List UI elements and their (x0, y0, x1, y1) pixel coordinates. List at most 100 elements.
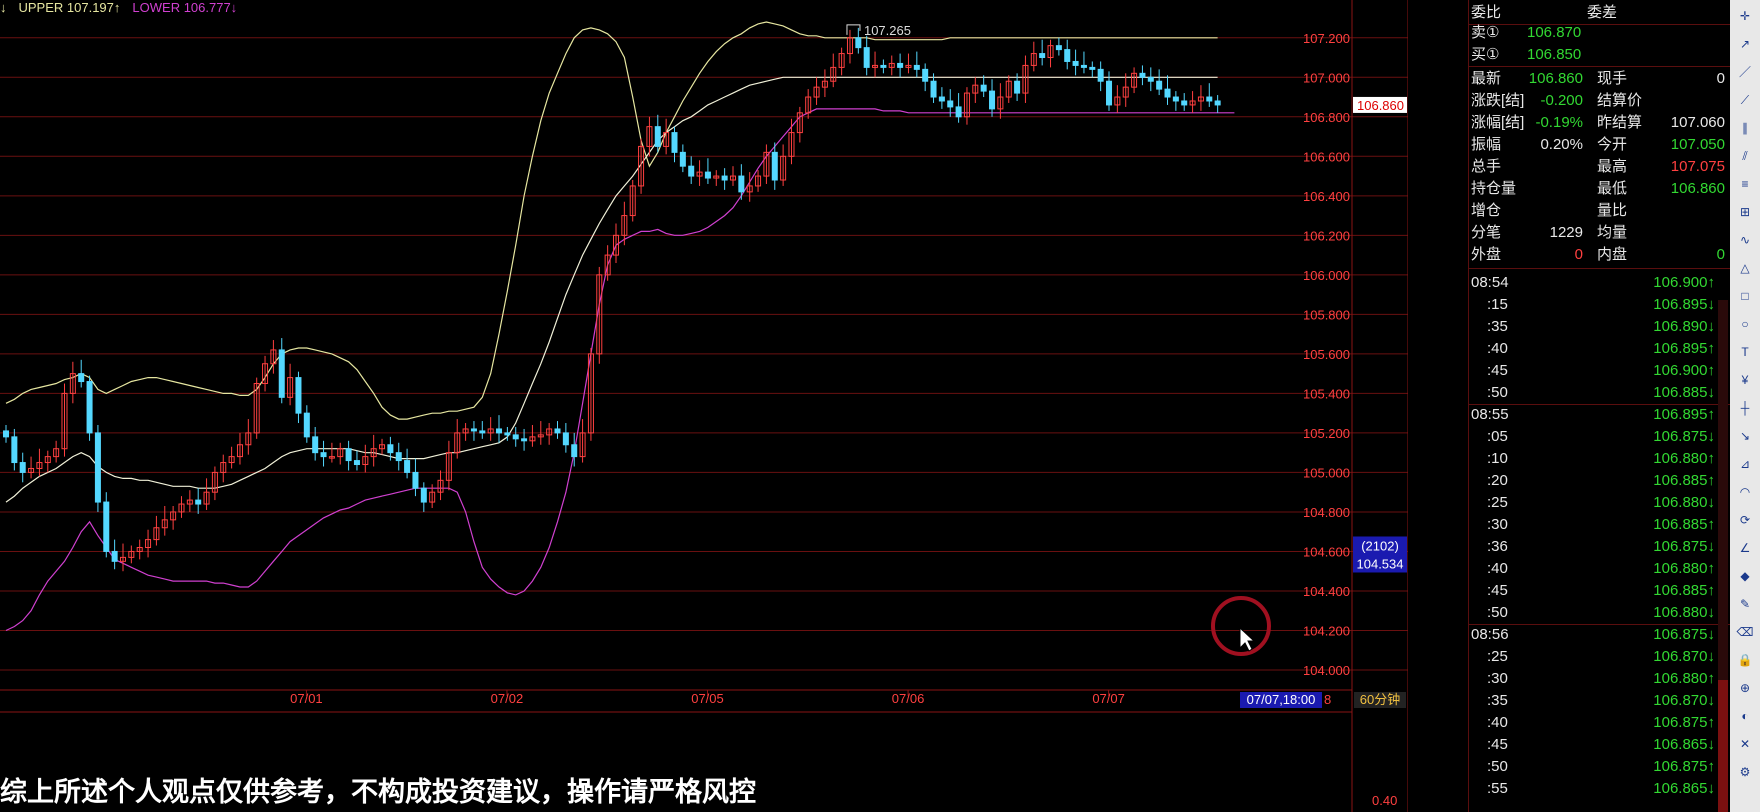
tick-time: :40 (1487, 340, 1508, 357)
ask-row[interactable]: 卖① 106.870 (1469, 22, 1731, 44)
circle-icon[interactable]: ○ (1734, 316, 1756, 332)
settings-icon[interactable]: ⚙ (1734, 764, 1756, 780)
tick-row: 08:56 106.875↓ (1469, 624, 1731, 646)
quote-label: 最新 (1471, 70, 1502, 87)
cursor-count-tag: (2102) (1361, 538, 1399, 553)
magnet-icon[interactable]: ⊕ (1734, 680, 1756, 696)
candle-body (1164, 88, 1171, 98)
candle-body (688, 165, 695, 177)
hide-icon[interactable]: ◐ (1734, 708, 1756, 724)
quote-row: 增仓 量比 (1469, 200, 1731, 222)
quote-label: 涨跌[结] (1471, 92, 1525, 109)
tick-price: 106.865↓ (1653, 736, 1715, 753)
bid-row[interactable]: 买① 106.850 (1469, 44, 1731, 66)
candle-body (554, 428, 561, 434)
tick-row: 08:55 106.895↑ (1469, 404, 1731, 426)
order-ratio-label: 委比 (1471, 4, 1502, 21)
tick-price: 106.865↓ (1653, 780, 1715, 797)
tick-price: 106.895↑ (1653, 406, 1715, 423)
candle-body (320, 452, 327, 458)
quote-label: 结算价 (1597, 92, 1643, 109)
tick-scrollbar-thumb[interactable] (1718, 680, 1728, 812)
quote-label: 最高 (1597, 158, 1628, 175)
tick-row: :30 106.880↑ (1469, 668, 1731, 690)
ask-label: 卖① (1471, 24, 1500, 41)
quote-label: 振幅 (1471, 136, 1502, 153)
ray-icon[interactable]: ⟋ (1734, 92, 1756, 108)
y-tick-label: 104.200 (1303, 623, 1350, 638)
arrow-line-icon[interactable]: ↗ (1734, 36, 1756, 52)
quote-value: 106.860 (1670, 180, 1725, 197)
legend-upper: UPPER 107.197↑ (18, 0, 121, 15)
tick-row: :40 106.880↑ (1469, 558, 1731, 580)
candle-body (86, 381, 93, 434)
candle-body (470, 428, 477, 432)
candle-body (512, 434, 519, 440)
marker-icon[interactable]: ◆ (1734, 568, 1756, 584)
tick-price: 106.875↓ (1653, 538, 1715, 555)
candle-body (11, 436, 18, 464)
tick-time: 08:56 (1471, 626, 1509, 643)
pen-icon[interactable]: ✎ (1734, 596, 1756, 612)
quote-row: 总手 最高 107.075 (1469, 156, 1731, 178)
kline-chart-area[interactable]: 107.200 107.000 106.800 106.600 106.400 106.2… (0, 0, 1408, 812)
delete-icon[interactable]: ✕ (1734, 736, 1756, 752)
tick-time: :40 (1487, 560, 1508, 577)
candle-body (1147, 76, 1154, 82)
parallel-line-icon[interactable]: ∥ (1734, 120, 1756, 136)
tick-row: :20 106.885↑ (1469, 470, 1731, 492)
bid-label: 买① (1471, 46, 1500, 63)
quote-row: 外盘 0 内盘 0 (1469, 244, 1731, 266)
price-tag-icon[interactable]: ¥ (1734, 372, 1756, 388)
rectangle-icon[interactable]: □ (1734, 288, 1756, 304)
tick-price: 106.870↓ (1653, 648, 1715, 665)
triangle-icon[interactable]: △ (1734, 260, 1756, 276)
kline-chart[interactable]: 107.200 107.000 106.800 106.600 106.400 106.2… (0, 0, 1408, 812)
quote-label: 分笔 (1471, 224, 1502, 241)
candle-body (521, 438, 528, 442)
candle-body (922, 68, 929, 82)
arc-icon[interactable]: ◠ (1734, 484, 1756, 500)
cross-icon[interactable]: ✛ (1734, 8, 1756, 24)
candle-body (1181, 100, 1188, 106)
order-diff-label: 委差 (1587, 4, 1618, 21)
candle-body (1064, 49, 1071, 62)
candle-body (930, 80, 937, 98)
quote-row: 持仓量 最低 106.860 (1469, 178, 1731, 200)
tick-row: :50 106.875↑ (1469, 756, 1731, 778)
candle-body (78, 373, 85, 383)
tick-time: :36 (1487, 538, 1508, 555)
fibonacci-icon[interactable]: ≡ (1734, 176, 1756, 192)
fan-icon[interactable]: ⊿ (1734, 456, 1756, 472)
trend-icon[interactable]: ↘ (1734, 428, 1756, 444)
period-badge: 60分钟 (1360, 692, 1400, 707)
text-icon[interactable]: T (1734, 344, 1756, 360)
tick-row: :36 106.875↓ (1469, 536, 1731, 558)
candle-body (654, 126, 661, 147)
segment-icon[interactable]: ／ (1734, 64, 1756, 80)
candle-body (1156, 80, 1163, 90)
y-tick-label: 106.400 (1303, 189, 1350, 204)
quote-label: 现手 (1597, 70, 1628, 87)
legend-lower: LOWER 106.777↓ (132, 0, 238, 15)
candle-body (1206, 96, 1213, 102)
y-tick-label: 106.000 (1303, 268, 1350, 283)
angle-icon[interactable]: ∠ (1734, 540, 1756, 556)
candle-body (387, 444, 394, 454)
channel-icon[interactable]: ⫽ (1734, 148, 1756, 164)
tick-price: 106.895↓ (1653, 296, 1715, 313)
eraser-icon[interactable]: ⌫ (1734, 624, 1756, 640)
cycle-icon[interactable]: ⟳ (1734, 512, 1756, 528)
gann-icon[interactable]: ⊞ (1734, 204, 1756, 220)
tick-row: :35 106.870↓ (1469, 690, 1731, 712)
tick-row: :40 106.875↑ (1469, 712, 1731, 734)
tick-time: 08:55 (1471, 406, 1509, 423)
ruler-icon[interactable]: ┼ (1734, 400, 1756, 416)
wave-icon[interactable]: ∿ (1734, 232, 1756, 248)
candle-body (2, 430, 10, 438)
lock-icon[interactable]: 🔒 (1734, 652, 1756, 668)
cursor-price-tag: 104.534 (1357, 556, 1404, 571)
candle-body (1089, 66, 1096, 70)
y-tick-label: 104.800 (1303, 505, 1350, 520)
candle-body (771, 151, 778, 181)
